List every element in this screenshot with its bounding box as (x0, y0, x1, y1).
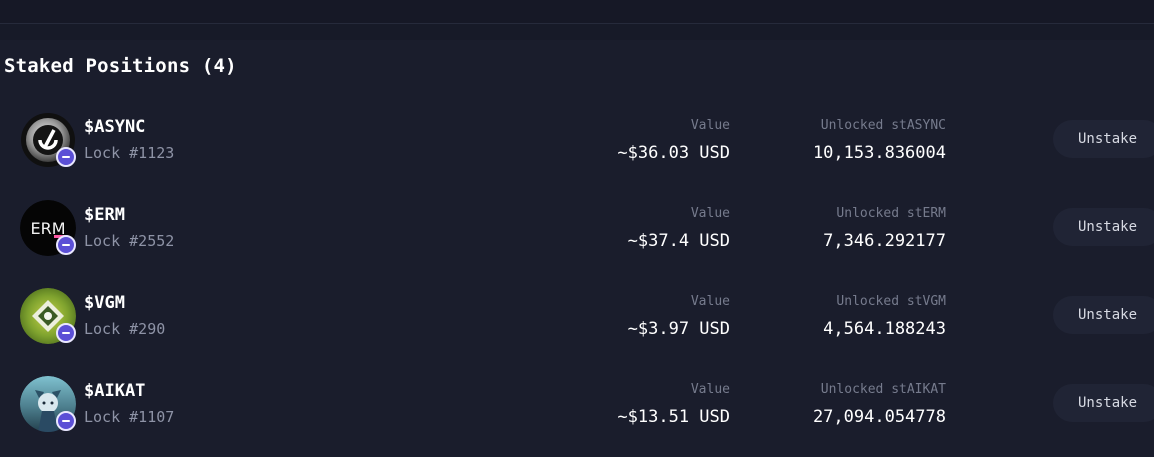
staking-badge-icon (56, 147, 76, 167)
lock-id: Lock #290 (84, 320, 166, 338)
value: ~$37.4 USD (627, 231, 730, 251)
value: ~$3.97 USD (627, 319, 730, 339)
value-label: Value (690, 118, 730, 133)
staking-badge-icon (56, 411, 76, 431)
unstake-button[interactable]: Unstake (1053, 296, 1154, 334)
unlocked-label: Unlocked stVGM (836, 294, 946, 309)
section-title: Staked Positions (4) (4, 55, 237, 77)
lock-id: Lock #1107 (84, 408, 175, 426)
value-label: Value (690, 382, 730, 397)
lock-id: Lock #2552 (84, 232, 175, 250)
token-ticker: $AIKAT (84, 381, 146, 401)
unlocked-amount: 4,564.188243 (823, 319, 946, 339)
unlocked-label: Unlocked stERM (836, 206, 946, 221)
unlocked-amount: 27,094.054778 (812, 407, 946, 427)
token-ticker: $ERM (84, 205, 125, 225)
unlocked-label: Unlocked stAIKAT (820, 382, 946, 397)
top-strip (0, 24, 1154, 40)
position-row: $ASYNC Lock #1123 Value ~$36.03 USD Unlo… (0, 106, 1154, 176)
top-bar (0, 0, 1154, 24)
staking-badge-icon (56, 235, 76, 255)
value: ~$13.51 USD (617, 407, 730, 427)
token-ticker: $ASYNC (84, 117, 146, 137)
position-row: $AIKAT Lock #1107 Value ~$13.51 USD Unlo… (0, 370, 1154, 440)
unstake-button[interactable]: Unstake (1053, 208, 1154, 246)
unstake-button[interactable]: Unstake (1053, 384, 1154, 422)
staking-badge-icon (56, 323, 76, 343)
token-ticker: $VGM (84, 293, 125, 313)
value-label: Value (690, 294, 730, 309)
unlocked-label: Unlocked stASYNC (820, 118, 946, 133)
unlocked-amount: 7,346.292177 (823, 231, 946, 251)
position-row: $VGM Lock #290 Value ~$3.97 USD Unlocked… (0, 282, 1154, 352)
lock-id: Lock #1123 (84, 144, 175, 162)
value-label: Value (690, 206, 730, 221)
unlocked-amount: 10,153.836004 (812, 143, 946, 163)
value: ~$36.03 USD (617, 143, 730, 163)
position-row: ERM $ERM Lock #2552 Value ~$37.4 USD Unl… (0, 194, 1154, 264)
unstake-button[interactable]: Unstake (1053, 120, 1154, 158)
